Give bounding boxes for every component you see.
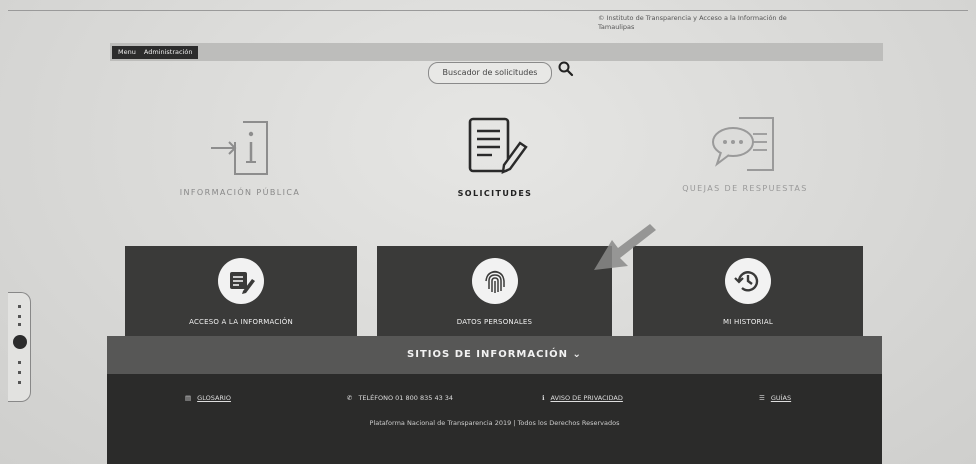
chevron-down-icon: ⌄ — [572, 349, 582, 360]
telefono-label: TELÉFONO 01 800 835 43 34 — [358, 394, 454, 402]
guias-label: GUÍAS — [770, 394, 792, 402]
aviso-privacidad-link[interactable]: ℹ AVISO DE PRIVACIDAD — [542, 394, 623, 402]
card-label: DATOS PERSONALES — [456, 318, 533, 326]
book-icon: ▤ — [185, 394, 192, 402]
category-informacion-publica[interactable]: INFORMACIÓN PÚBLICA — [170, 118, 310, 197]
card-label: MI HISTORIAL — [723, 318, 773, 326]
sitios-informacion-toggle[interactable]: SITIOS DE INFORMACIÓN ⌄ — [107, 336, 882, 374]
guias-link[interactable]: ☰ GUÍAS — [759, 394, 791, 402]
fingerprint-icon — [471, 258, 518, 304]
card-datos-personales[interactable]: DATOS PERSONALES — [377, 246, 612, 340]
tab-marker — [18, 371, 21, 374]
category-label: SOLICITUDES — [457, 189, 533, 198]
tab-marker — [18, 305, 21, 308]
card-mi-historial[interactable]: MI HISTORIAL — [633, 246, 863, 340]
top-divider — [8, 10, 968, 11]
tab-marker — [18, 381, 21, 384]
card-label: ACCESO A LA INFORMACIÓN — [189, 318, 293, 326]
list-icon: ☰ — [759, 394, 765, 402]
accessibility-icon — [13, 335, 27, 349]
sitios-label: SITIOS DE INFORMACIÓN — [407, 349, 569, 360]
pencil-note-icon — [218, 258, 264, 304]
phone-icon: ✆ — [347, 394, 353, 402]
telefono-info: ✆ TELÉFONO 01 800 835 43 34 — [347, 394, 453, 402]
speech-bubble-document-icon — [712, 117, 774, 171]
category-label: QUEJAS DE RESPUESTAS — [682, 184, 808, 193]
document-pencil-icon — [468, 117, 528, 174]
tab-marker — [18, 361, 21, 364]
administracion-link[interactable]: Administración — [144, 46, 193, 59]
accessibility-side-tab[interactable] — [8, 292, 31, 402]
admin-menu-bar — [110, 43, 883, 61]
menu-link[interactable]: Menu — [118, 46, 136, 59]
info-icon: ℹ — [542, 394, 545, 402]
admin-menu[interactable]: Menu Administración — [112, 46, 199, 59]
category-quejas[interactable]: QUEJAS DE RESPUESTAS — [670, 114, 820, 193]
category-label: INFORMACIÓN PÚBLICA — [179, 188, 301, 197]
glosario-label: GLOSARIO — [197, 394, 231, 402]
footer: ▤ GLOSARIO ✆ TELÉFONO 01 800 835 43 34 ℹ… — [107, 374, 882, 464]
info-document-icon — [211, 121, 268, 175]
search-icon[interactable] — [557, 60, 575, 78]
request-search-button[interactable]: Buscador de solicitudes — [428, 62, 552, 84]
glosario-link[interactable]: ▤ GLOSARIO — [185, 394, 231, 402]
institute-notice: © Instituto de Transparencia y Acceso a … — [598, 14, 787, 31]
history-clock-icon — [725, 258, 771, 304]
tab-marker — [18, 323, 21, 326]
aviso-label: AVISO DE PRIVACIDAD — [550, 394, 623, 402]
tab-marker — [18, 315, 21, 318]
pointer-arrow-icon — [594, 224, 656, 270]
copyright-text: Plataforma Nacional de Transparencia 201… — [369, 419, 620, 427]
card-acceso-informacion[interactable]: ACCESO A LA INFORMACIÓN — [125, 246, 357, 340]
category-solicitudes[interactable]: SOLICITUDES — [420, 115, 570, 198]
